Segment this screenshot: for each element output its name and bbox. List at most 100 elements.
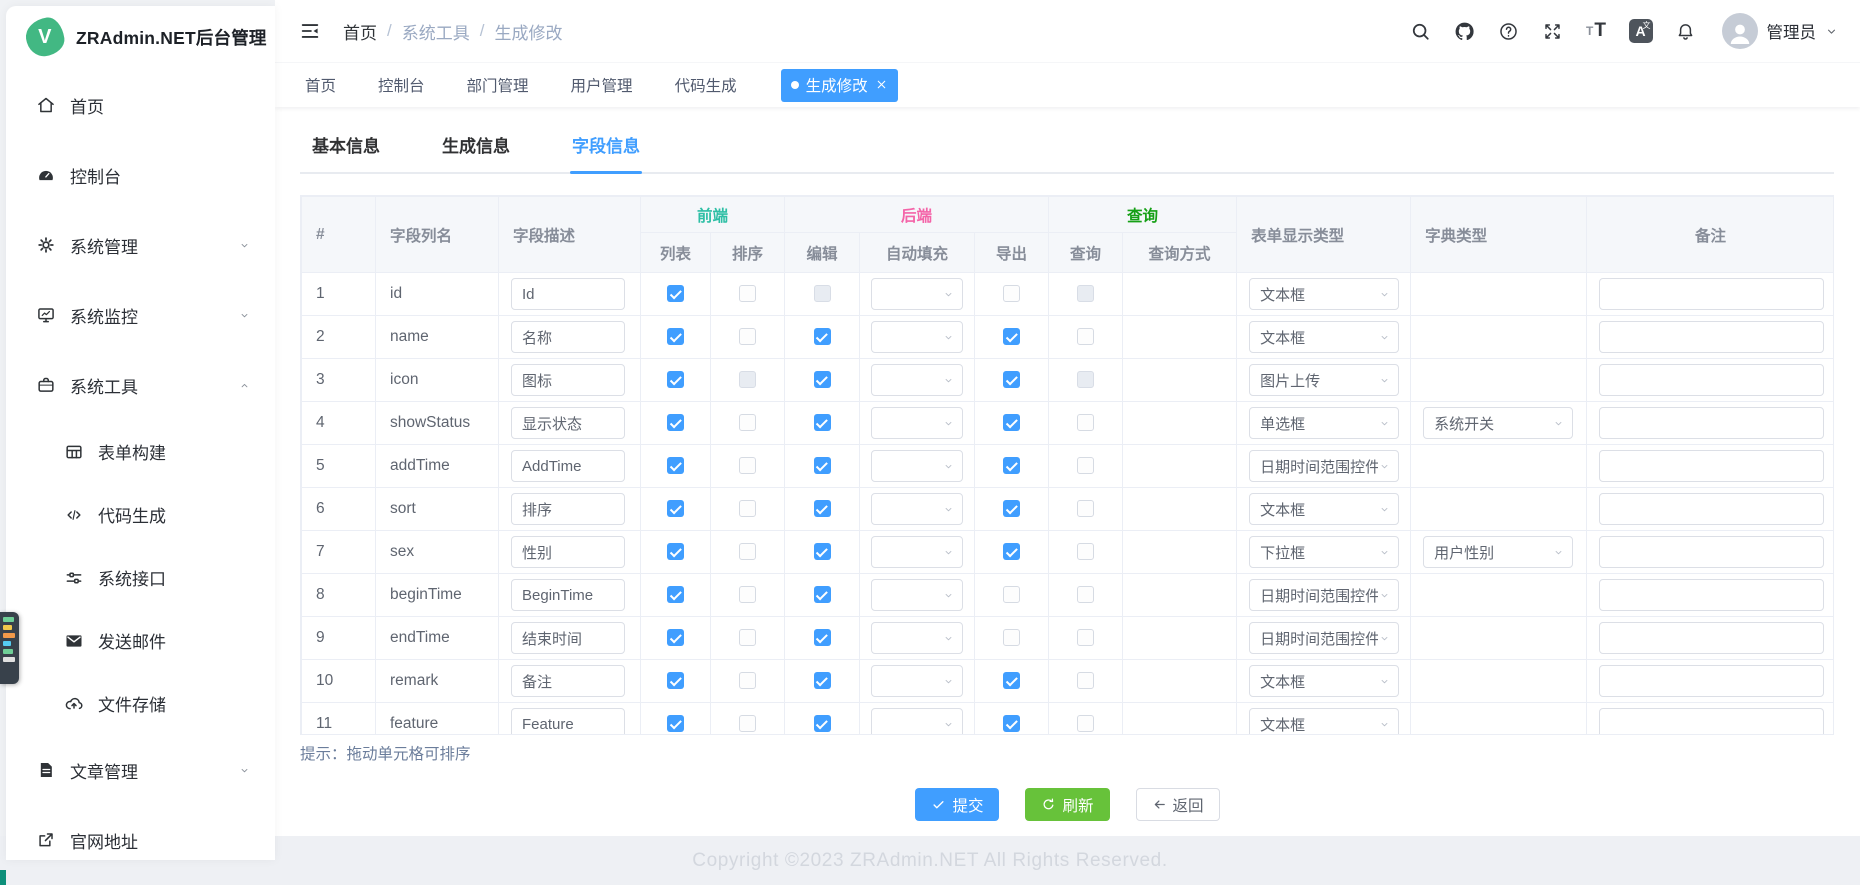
autofill-select[interactable] [871, 450, 963, 482]
sidebar-item-system-api[interactable]: 系统接口 [6, 546, 275, 609]
list-checkbox[interactable] [667, 328, 684, 345]
export-checkbox[interactable] [1003, 500, 1020, 517]
autofill-select[interactable] [871, 407, 963, 439]
form-type-select[interactable]: 日期时间范围控件 [1249, 579, 1399, 611]
query-checkbox[interactable] [1077, 500, 1094, 517]
list-checkbox[interactable] [667, 543, 684, 560]
close-icon[interactable] [875, 78, 888, 91]
dict-type-select[interactable]: 用户性别 [1423, 536, 1573, 568]
edit-checkbox[interactable] [814, 629, 831, 646]
remark-input[interactable] [1599, 579, 1824, 611]
edit-checkbox[interactable] [814, 672, 831, 689]
desc-input[interactable] [511, 536, 625, 568]
autofill-select[interactable] [871, 278, 963, 310]
desc-input[interactable] [511, 622, 625, 654]
sidebar-item-console[interactable]: 控制台 [6, 140, 275, 210]
autofill-select[interactable] [871, 665, 963, 697]
remark-input[interactable] [1599, 665, 1824, 697]
query-checkbox[interactable] [1077, 715, 1094, 732]
list-checkbox[interactable] [667, 672, 684, 689]
bell-icon[interactable] [1674, 20, 1697, 43]
remark-input[interactable] [1599, 708, 1824, 735]
query-checkbox[interactable] [1077, 414, 1094, 431]
floating-widget[interactable] [0, 612, 19, 684]
tab-dept-mgmt[interactable]: 部门管理 [467, 74, 529, 96]
sidebar-item-home[interactable]: 首页 [6, 70, 275, 140]
export-checkbox[interactable] [1003, 457, 1020, 474]
sidebar-item-system-monitor[interactable]: 系统监控 [6, 280, 275, 350]
content-tab-fields[interactable]: 字段信息 [570, 128, 642, 172]
sidebar-item-file-storage[interactable]: 文件存储 [6, 672, 275, 735]
desc-input[interactable] [511, 579, 625, 611]
remark-input[interactable] [1599, 493, 1824, 525]
breadcrumb-item[interactable]: 首页 [343, 19, 377, 44]
export-checkbox[interactable] [1003, 371, 1020, 388]
submit-button[interactable]: 提交 [915, 788, 999, 821]
edit-checkbox[interactable] [814, 457, 831, 474]
export-checkbox[interactable] [1003, 543, 1020, 560]
autofill-select[interactable] [871, 579, 963, 611]
font-size-icon[interactable]: TT [1585, 20, 1608, 43]
sort-checkbox[interactable] [739, 543, 756, 560]
remark-input[interactable] [1599, 278, 1824, 310]
sidebar-item-send-mail[interactable]: 发送邮件 [6, 609, 275, 672]
remark-input[interactable] [1599, 536, 1824, 568]
edit-checkbox[interactable] [814, 543, 831, 560]
export-checkbox[interactable] [1003, 629, 1020, 646]
export-checkbox[interactable] [1003, 672, 1020, 689]
query-checkbox[interactable] [1077, 328, 1094, 345]
sort-checkbox[interactable] [739, 629, 756, 646]
list-checkbox[interactable] [667, 371, 684, 388]
autofill-select[interactable] [871, 321, 963, 353]
edit-checkbox[interactable] [814, 285, 831, 302]
export-checkbox[interactable] [1003, 586, 1020, 603]
sidebar-item-system-tools[interactable]: 系统工具 [6, 350, 275, 420]
question-icon[interactable] [1497, 20, 1520, 43]
query-checkbox[interactable] [1077, 371, 1094, 388]
sort-checkbox[interactable] [739, 672, 756, 689]
sort-checkbox[interactable] [739, 371, 756, 388]
refresh-button[interactable]: 刷新 [1025, 788, 1109, 821]
tab-console[interactable]: 控制台 [378, 74, 425, 96]
tab-code-gen[interactable]: 代码生成 [675, 74, 737, 96]
sidebar-item-system-mgmt[interactable]: 系统管理 [6, 210, 275, 280]
edit-checkbox[interactable] [814, 500, 831, 517]
dict-type-select[interactable]: 系统开关 [1423, 407, 1573, 439]
list-checkbox[interactable] [667, 586, 684, 603]
sort-checkbox[interactable] [739, 457, 756, 474]
list-checkbox[interactable] [667, 285, 684, 302]
list-checkbox[interactable] [667, 629, 684, 646]
collapse-sidebar-icon[interactable] [299, 20, 321, 42]
desc-input[interactable] [511, 665, 625, 697]
form-type-select[interactable]: 图片上传 [1249, 364, 1399, 396]
form-type-select[interactable]: 文本框 [1249, 665, 1399, 697]
sort-checkbox[interactable] [739, 414, 756, 431]
form-type-select[interactable]: 文本框 [1249, 708, 1399, 735]
desc-input[interactable] [511, 278, 625, 310]
form-type-select[interactable]: 单选框 [1249, 407, 1399, 439]
sidebar-item-code-gen[interactable]: 代码生成 [6, 483, 275, 546]
language-icon[interactable]: A文 [1629, 19, 1653, 43]
breadcrumb-item[interactable]: 系统工具 [402, 19, 470, 44]
edit-checkbox[interactable] [814, 715, 831, 732]
remark-input[interactable] [1599, 622, 1824, 654]
export-checkbox[interactable] [1003, 414, 1020, 431]
sort-checkbox[interactable] [739, 586, 756, 603]
sort-checkbox[interactable] [739, 715, 756, 732]
remark-input[interactable] [1599, 407, 1824, 439]
export-checkbox[interactable] [1003, 285, 1020, 302]
sort-checkbox[interactable] [739, 500, 756, 517]
content-tab-basic[interactable]: 基本信息 [310, 128, 382, 172]
autofill-select[interactable] [871, 622, 963, 654]
github-icon[interactable] [1453, 20, 1476, 43]
query-checkbox[interactable] [1077, 629, 1094, 646]
export-checkbox[interactable] [1003, 328, 1020, 345]
list-checkbox[interactable] [667, 414, 684, 431]
remark-input[interactable] [1599, 364, 1824, 396]
sidebar-item-article-mgmt[interactable]: 文章管理 [6, 735, 275, 805]
query-checkbox[interactable] [1077, 543, 1094, 560]
autofill-select[interactable] [871, 536, 963, 568]
desc-input[interactable] [511, 321, 625, 353]
query-checkbox[interactable] [1077, 672, 1094, 689]
edit-checkbox[interactable] [814, 586, 831, 603]
